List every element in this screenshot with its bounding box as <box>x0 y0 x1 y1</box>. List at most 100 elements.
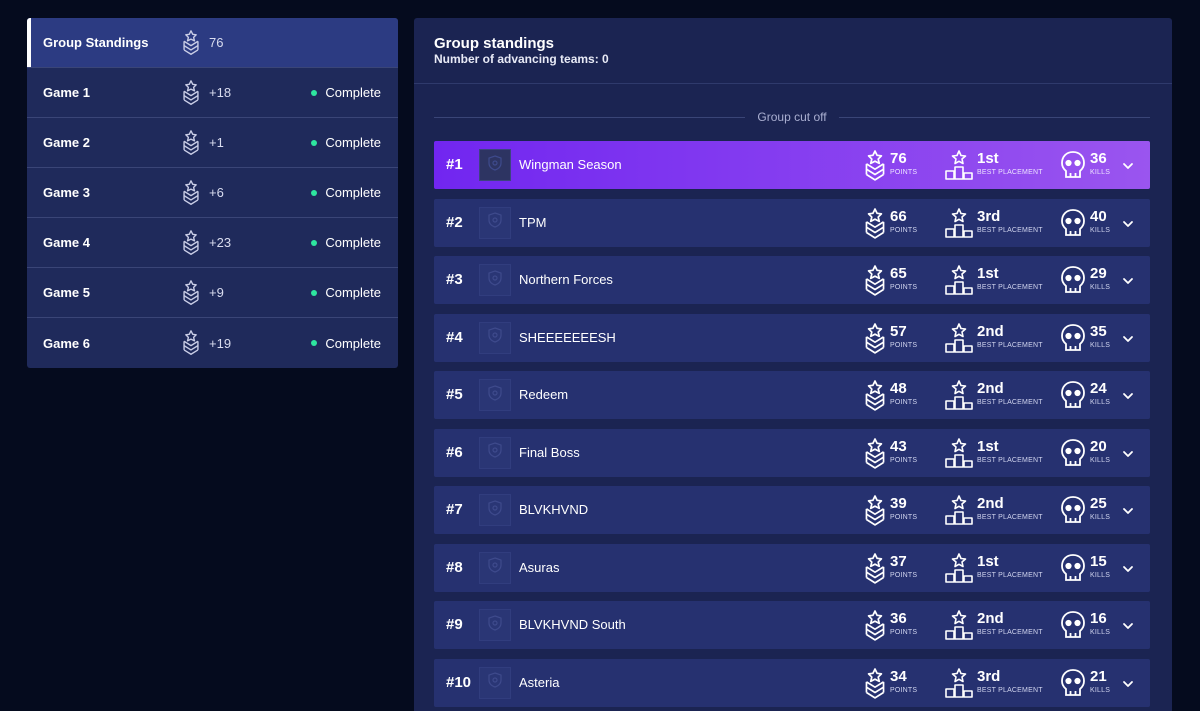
kills-stat: 40 KILLS <box>1060 205 1120 241</box>
sidebar-item-label: Game 1 <box>43 85 90 100</box>
team-name: Northern Forces <box>519 272 613 287</box>
points-stat: 76 POINTS <box>864 147 924 183</box>
sidebar-item-group-standings[interactable]: Group Standings 76 <box>27 18 398 68</box>
kills-label: KILLS <box>1090 284 1111 291</box>
divider-line <box>838 116 1150 118</box>
chevron-down-icon[interactable] <box>1122 677 1134 695</box>
team-row[interactable]: #6 Final Boss 43 POINTS 1st BEST PLACEMENT 20 K… <box>434 428 1150 477</box>
team-logo <box>479 321 511 354</box>
team-name: TPM <box>519 214 547 230</box>
points-value: 57 <box>890 322 907 340</box>
points-stat: 48 POINTS <box>864 377 924 413</box>
sidebar-item-points: +1 <box>209 135 224 150</box>
team-row[interactable]: #2 TPM 66 POINTS 3rd BEST PLACEMENT 40 KILLS <box>434 198 1150 247</box>
team-name: Final Boss <box>519 444 580 460</box>
sidebar-item-game-6[interactable]: Game 6 +19 Complete <box>27 318 398 368</box>
status-dot-icon <box>311 289 318 296</box>
status-text: Complete <box>325 135 381 150</box>
chevron-down-icon[interactable] <box>1122 217 1134 235</box>
team-row[interactable]: #7 BLVKHVND 39 POINTS 2nd BEST PLACEMENT 25 KIL… <box>434 486 1150 534</box>
chevron-down-icon[interactable] <box>1122 447 1134 465</box>
sidebar-item-points: +18 <box>209 85 232 100</box>
team-row[interactable]: #9 BLVKHVND South 36 POINTS 2nd BEST PLACEMEN… <box>434 601 1150 649</box>
status-text: Complete <box>325 285 381 300</box>
kills-value: 40 <box>1090 207 1107 225</box>
kills-value: 24 <box>1090 380 1107 397</box>
kills-stat: 16 KILLS <box>1060 607 1120 643</box>
points-stat: 43 POINTS <box>864 435 924 471</box>
team-row[interactable]: #3 Northern Forces 65 POINTS 1st BEST PLACEME… <box>434 256 1150 304</box>
team-row[interactable]: #1 Wingman Season 76 POINTS 1st BEST PLACEMEN… <box>434 141 1150 189</box>
sidebar-item-game-5[interactable]: Game 5 +9 Complete <box>27 268 398 318</box>
sidebar-item-label: Game 6 <box>43 335 90 351</box>
points-value: 43 <box>890 437 907 455</box>
points-icon <box>182 280 200 306</box>
sidebar-item-points: +9 <box>209 285 224 300</box>
sidebar-item-game-3[interactable]: Game 3 +6 Complete <box>27 168 398 218</box>
best-placement-stat: 3rd BEST PLACEMENT <box>944 665 1054 701</box>
team-logo <box>479 494 511 526</box>
points-value: 39 <box>890 495 907 512</box>
team-row[interactable]: #5 Redeem 48 POINTS 2nd BEST PLACEMENT 24 KILLS <box>434 371 1150 419</box>
chevron-down-icon[interactable] <box>1122 389 1134 407</box>
team-rank: #7 <box>446 501 463 518</box>
team-list: #1 Wingman Season 76 POINTS 1st BEST PLACEMEN… <box>434 141 1150 711</box>
best-placement-stat: 2nd BEST PLACEMENT <box>944 320 1054 356</box>
chevron-down-icon[interactable] <box>1122 159 1134 177</box>
best-placement-value: 1st <box>977 265 999 282</box>
best-placement-label: BEST PLACEMENT <box>977 226 1043 234</box>
advancing-teams-text: Number of advancing teams: 0 <box>434 52 609 66</box>
best-placement-stat: 3rd BEST PLACEMENT <box>944 205 1054 241</box>
points-icon <box>182 230 200 256</box>
team-rank: #2 <box>446 213 463 231</box>
best-placement-stat: 1st BEST PLACEMENT <box>944 262 1054 298</box>
points-label: POINTS <box>890 399 918 406</box>
shield-logo-icon <box>488 327 502 348</box>
standings-panel: Group standings Number of advancing team… <box>414 18 1172 711</box>
chevron-down-icon[interactable] <box>1122 504 1134 522</box>
team-row[interactable]: #10 Asteria 34 POINTS 3rd BEST PLACEMENT 21 KIL… <box>434 658 1150 707</box>
best-placement-stat: 2nd BEST PLACEMENT <box>944 492 1054 528</box>
status-text: Complete <box>325 235 381 250</box>
shield-logo-icon <box>488 384 502 406</box>
points-stat: 66 POINTS <box>864 205 924 241</box>
game-sidebar: Group Standings 76 Game 1 +18 Complete Game 2… <box>27 18 398 368</box>
status-text: Complete <box>325 335 381 351</box>
kills-value: 35 <box>1090 322 1107 340</box>
best-placement-value: 2nd <box>977 322 1004 340</box>
best-placement-label: BEST PLACEMENT <box>977 686 1043 694</box>
status-dot-icon <box>311 340 318 346</box>
best-placement-value: 3rd <box>977 207 1001 225</box>
shield-logo-icon <box>488 614 502 636</box>
team-logo <box>479 379 511 411</box>
chevron-down-icon[interactable] <box>1122 562 1134 580</box>
status-badge: Complete <box>311 135 381 150</box>
sidebar-item-label: Group Standings <box>43 35 149 50</box>
sidebar-item-label: Game 5 <box>43 285 90 300</box>
group-cutoff-label: Group cut off <box>757 110 827 124</box>
sidebar-item-points: 76 <box>209 35 224 50</box>
panel-header: Group standings Number of advancing team… <box>414 18 1172 84</box>
chevron-down-icon[interactable] <box>1122 619 1134 637</box>
points-stat: 34 POINTS <box>864 665 924 701</box>
team-row[interactable]: #4 SHEEEEEEESH 57 POINTS 2nd BEST PLACEMENT 35… <box>434 313 1150 362</box>
kills-value: 15 <box>1090 552 1107 570</box>
chevron-down-icon[interactable] <box>1122 274 1134 292</box>
team-rank: #10 <box>446 673 472 691</box>
sidebar-item-game-4[interactable]: Game 4 +23 Complete <box>27 218 398 268</box>
kills-stat: 25 KILLS <box>1060 492 1120 528</box>
kills-label: KILLS <box>1090 686 1111 694</box>
points-value: 65 <box>890 265 907 282</box>
kills-stat: 15 KILLS <box>1060 550 1120 586</box>
best-placement-label: BEST PLACEMENT <box>977 571 1043 579</box>
sidebar-item-game-1[interactable]: Game 1 +18 Complete <box>27 68 398 118</box>
team-name: BLVKHVND South <box>519 617 626 632</box>
chevron-down-icon[interactable] <box>1122 332 1134 350</box>
team-row[interactable]: #8 Asuras 37 POINTS 1st BEST PLACEMENT 15 KILLS <box>434 543 1150 592</box>
points-stat: 36 POINTS <box>864 607 924 643</box>
status-badge: Complete <box>311 336 381 351</box>
points-icon <box>182 130 200 156</box>
shield-logo-icon <box>488 154 502 176</box>
sidebar-item-game-2[interactable]: Game 2 +1 Complete <box>27 118 398 168</box>
best-placement-label: BEST PLACEMENT <box>977 399 1043 406</box>
